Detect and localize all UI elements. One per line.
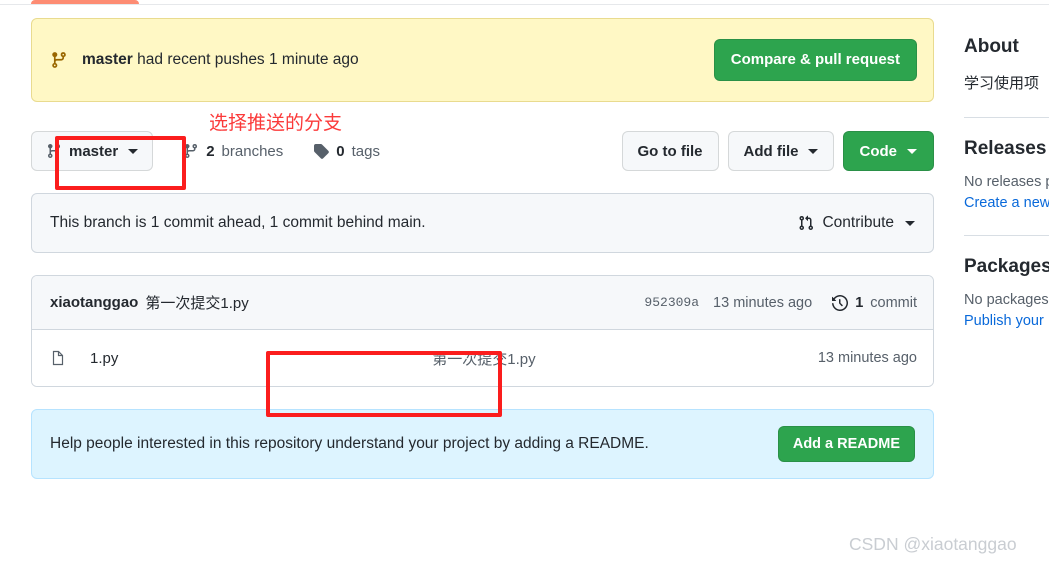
- push-banner-text: master had recent pushes 1 minute ago: [82, 51, 359, 69]
- contribute-label: Contribute: [822, 214, 894, 231]
- file-commit-message[interactable]: 第一次提交1.py: [290, 348, 818, 369]
- chevron-down-icon: [128, 148, 139, 154]
- repo-sidebar: About 学习使用项 Releases No releases p Creat…: [964, 36, 1049, 329]
- sidebar-divider: [964, 235, 1049, 236]
- add-readme-button[interactable]: Add a README: [777, 426, 915, 462]
- chevron-down-icon: [905, 220, 915, 226]
- code-label: Code: [859, 142, 898, 160]
- file-icon: [52, 350, 64, 366]
- tags-count-value: 0: [336, 142, 345, 160]
- packages-empty-text: No packages: [964, 292, 1049, 308]
- tags-count[interactable]: 0 tags: [313, 143, 380, 160]
- about-heading: About: [964, 36, 1019, 57]
- recent-push-banner: master had recent pushes 1 minute ago Co…: [31, 18, 934, 102]
- about-description: 学习使用项: [964, 75, 1040, 92]
- commit-sha[interactable]: 952309a: [644, 295, 699, 310]
- readme-prompt-text: Help people interested in this repositor…: [50, 435, 649, 452]
- readme-prompt: Help people interested in this repositor…: [31, 409, 934, 479]
- annotation-label-branch: 选择推送的分支: [209, 113, 343, 134]
- publish-package-link[interactable]: Publish your: [964, 313, 1049, 329]
- main-column: master had recent pushes 1 minute ago Co…: [31, 18, 934, 479]
- go-to-file-button[interactable]: Go to file: [621, 131, 719, 171]
- chevron-down-icon: [807, 148, 818, 154]
- file-name-link[interactable]: 1.py: [90, 350, 290, 367]
- push-branch-name: master: [82, 51, 133, 68]
- branches-count-value: 2: [206, 142, 215, 160]
- table-row: 1.py 第一次提交1.py 13 minutes ago: [32, 330, 933, 386]
- pull-request-icon: [799, 215, 814, 231]
- commit-timestamp: 13 minutes ago: [713, 294, 813, 311]
- commit-count-label: commit: [870, 294, 917, 311]
- commit-meta: 952309a 13 minutes ago 1 commit: [644, 295, 917, 311]
- compare-pull-request-button[interactable]: Compare & pull request: [713, 39, 917, 81]
- tags-count-label: tags: [351, 142, 380, 160]
- commit-author[interactable]: xiaotanggao: [50, 294, 138, 311]
- branch-status-text: This branch is 1 commit ahead, 1 commit …: [50, 214, 426, 231]
- packages-heading: Packages: [964, 256, 1049, 277]
- commit-count-value: 1: [855, 294, 864, 311]
- branches-count-label: branches: [221, 142, 284, 160]
- releases-heading: Releases: [964, 138, 1047, 159]
- sidebar-section-about: About 学习使用项: [964, 36, 1049, 93]
- history-icon: [832, 294, 849, 311]
- releases-empty-text: No releases p: [964, 174, 1049, 190]
- commit-message[interactable]: 第一次提交1.py: [145, 292, 248, 313]
- code-button[interactable]: Code: [842, 131, 934, 171]
- sidebar-section-releases: Releases No releases p Create a new: [964, 138, 1049, 211]
- add-file-label: Add file: [743, 142, 799, 160]
- branch-status-box: This branch is 1 commit ahead, 1 commit …: [31, 193, 934, 253]
- push-banner-message: had recent pushes 1 minute ago: [132, 51, 359, 68]
- active-tab-indicator: [31, 0, 139, 4]
- repo-actions: Go to file Add file Code: [621, 131, 934, 171]
- file-listing: xiaotanggao 第一次提交1.py 952309a 13 minutes…: [31, 275, 934, 387]
- branches-count[interactable]: 2 branches: [183, 143, 283, 160]
- branch-toolbar: master 2 branches 0 tags Go to file Add …: [31, 129, 934, 173]
- create-release-link[interactable]: Create a new: [964, 195, 1049, 211]
- branch-icon: [52, 52, 66, 68]
- repo-nav-bar: [0, 0, 1049, 5]
- tag-icon: [314, 144, 330, 159]
- github-repo-page: master had recent pushes 1 minute ago Co…: [0, 0, 1049, 568]
- commit-count-link[interactable]: 1 commit: [832, 295, 917, 311]
- branch-icon: [185, 144, 198, 159]
- latest-commit-header: xiaotanggao 第一次提交1.py 952309a 13 minutes…: [32, 276, 933, 330]
- sidebar-section-packages: Packages No packages Publish your: [964, 256, 1049, 329]
- branch-selector-label: master: [69, 142, 119, 160]
- branch-selector-button[interactable]: master: [31, 131, 154, 171]
- file-timestamp: 13 minutes ago: [817, 350, 917, 366]
- branch-icon: [47, 144, 60, 159]
- chevron-down-icon: [907, 148, 917, 154]
- sidebar-divider: [964, 117, 1049, 118]
- contribute-dropdown[interactable]: Contribute: [798, 214, 915, 232]
- add-file-button[interactable]: Add file: [727, 131, 834, 171]
- watermark: CSDN @xiaotanggao: [849, 534, 1017, 554]
